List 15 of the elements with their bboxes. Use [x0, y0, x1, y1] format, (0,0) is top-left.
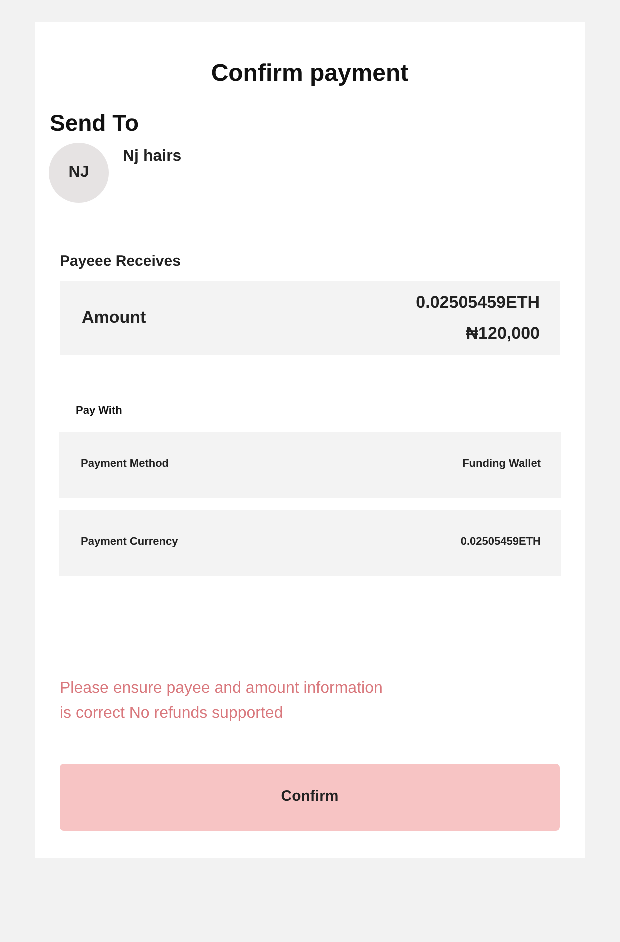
section-heading: Payeee Receives	[60, 252, 181, 272]
amount-label: Amount	[82, 307, 146, 330]
fiat-amount: ₦120,000	[466, 323, 540, 345]
row-value: 0.02505459ETH	[460, 535, 541, 550]
page-title: Confirm payment	[211, 59, 409, 89]
section-heading: Pay With	[76, 404, 122, 419]
row-value: Funding Wallet	[462, 457, 541, 472]
section-heading: Send To	[50, 109, 140, 138]
confirm-button[interactable]: Confirm	[60, 764, 560, 830]
crypto-amount: 0.02505459ETH	[416, 292, 540, 314]
row-label: Payment Currency	[81, 535, 178, 550]
avatar: NJ	[49, 142, 109, 202]
warning-text: Please ensure payee and amount information is correct No refunds supported	[60, 678, 384, 724]
row-label: Payment Method	[81, 457, 170, 472]
payee-name: Nj hairs	[123, 146, 182, 166]
